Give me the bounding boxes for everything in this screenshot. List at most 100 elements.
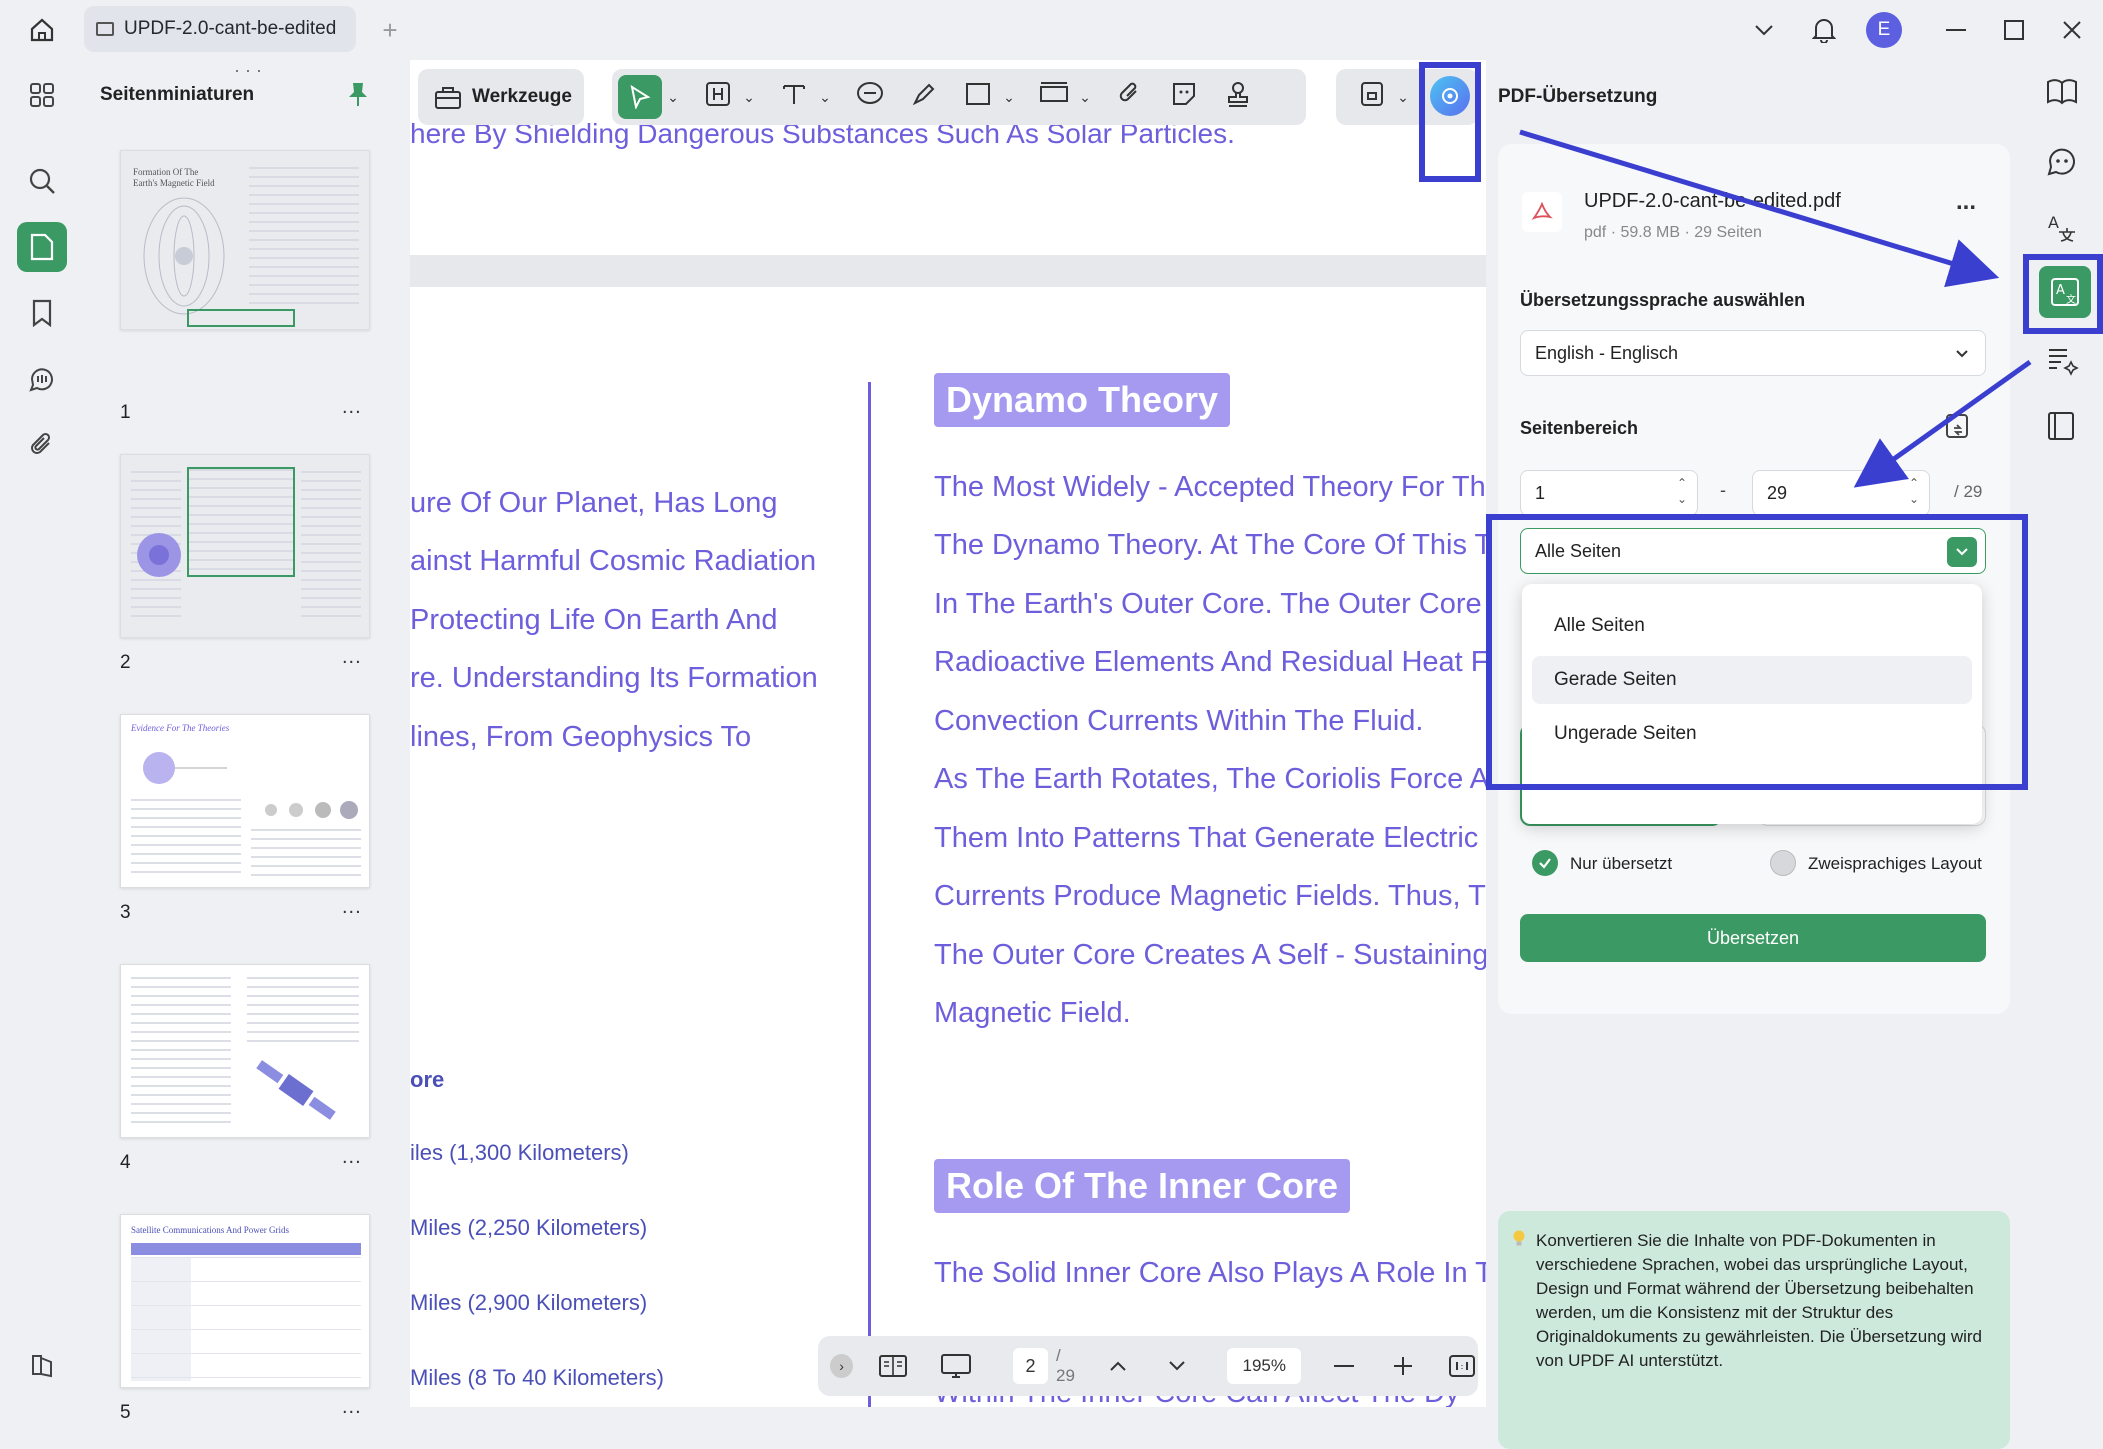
range-to-value: 29 [1767, 482, 1788, 503]
page-number-input[interactable]: 2 [1013, 1348, 1048, 1384]
thumbnail-more-button[interactable]: ... [342, 1396, 362, 1419]
chevron-down-icon[interactable]: ⌄ [814, 89, 836, 106]
reading-mode-icon[interactable] [875, 1354, 910, 1378]
range-from-input[interactable]: 1 ⌃ ⌄ [1520, 470, 1698, 516]
thumbnail-page-3[interactable]: Evidence For The Theories [120, 714, 370, 888]
page-text-line: Miles (2,250 Kilometers) [410, 1215, 648, 1240]
swap-range-icon[interactable] [1944, 412, 1972, 445]
bell-icon[interactable] [1806, 10, 1842, 50]
dropdown-option-all[interactable]: Alle Seiten [1532, 602, 1972, 650]
search-icon[interactable] [17, 156, 67, 206]
thumbnail-page-4[interactable] [120, 964, 370, 1138]
translate-button[interactable]: Übersetzen [1520, 914, 1986, 962]
ai-assistant-icon[interactable] [1430, 76, 1470, 116]
chevron-down-icon[interactable]: ⌄ [998, 89, 1020, 106]
language-select[interactable]: English - Englisch [1520, 330, 1986, 376]
reader-icon[interactable] [2045, 410, 2077, 447]
chevron-down-icon[interactable] [1746, 10, 1782, 50]
chevron-down-icon[interactable]: ⌄ [1074, 89, 1096, 106]
ai-book-icon[interactable] [2045, 76, 2079, 111]
section-heading: Dynamo Theory [934, 373, 1231, 427]
document-viewport[interactable]: here By Shielding Dangerous Substances S… [410, 60, 1486, 1407]
maximize-icon[interactable] [1994, 10, 2034, 50]
dropdown-option-even[interactable]: Gerade Seiten [1532, 656, 1972, 704]
text-tool-icon[interactable] [774, 81, 814, 114]
diagram-figure [143, 752, 227, 784]
home-icon[interactable] [20, 8, 64, 52]
pin-icon[interactable] [346, 80, 370, 113]
summarize-icon[interactable] [2045, 344, 2079, 383]
thumbnails-icon[interactable] [17, 222, 67, 272]
chevron-down-icon[interactable]: ⌄ [662, 89, 684, 106]
stepper-icon[interactable]: ⌃ ⌄ [1677, 475, 1687, 507]
range-from-value: 1 [1535, 482, 1546, 503]
chevron-down-icon[interactable]: ⌄ [738, 89, 760, 106]
select-cursor-icon[interactable] [618, 75, 662, 119]
drag-handle[interactable]: · · · [234, 60, 262, 81]
annotation-toolbar: Werkzeuge ⌄ ⌄ ⌄ ⌄ ⌄ ⌄ [418, 62, 1481, 182]
bookmark-icon[interactable] [17, 288, 67, 338]
thumbnail-more-button[interactable]: ... [342, 646, 362, 669]
range-to-input[interactable]: 29 ⌃ ⌄ [1752, 470, 1930, 516]
document-tab-title: UPDF-2.0-cant-be-edited [124, 18, 337, 39]
thumbnail-number: 5 [120, 1402, 131, 1423]
tools-button[interactable]: Werkzeuge [418, 69, 584, 125]
thumbnail-more-button[interactable]: ... [342, 1146, 362, 1169]
thumbnail-number: 4 [120, 1152, 131, 1173]
presentation-icon[interactable] [938, 1353, 973, 1379]
ai-chat-icon[interactable] [2045, 144, 2079, 183]
document-tab[interactable]: UPDF-2.0-cant-be-edited [84, 6, 356, 52]
stepper-icon[interactable]: ⌃ ⌄ [1909, 475, 1919, 507]
rectangle-icon[interactable] [958, 82, 998, 113]
paperclip-icon[interactable] [1110, 81, 1150, 114]
text-box-icon[interactable] [698, 81, 738, 114]
page-text-line: Protecting Life On Earth And [410, 604, 778, 636]
stamp-icon[interactable] [1218, 80, 1258, 115]
actual-size-icon[interactable] [1445, 1355, 1478, 1377]
thumbnail-number: 1 [120, 402, 131, 423]
language-value: English - Englisch [1535, 342, 1679, 363]
dropdown-option-odd[interactable]: Ungerade Seiten [1532, 710, 1972, 758]
radio-icon[interactable] [1770, 850, 1796, 876]
translation-card: UPDF-2.0-cant-be-edited.pdf pdf · 59.8 M… [1498, 144, 2010, 1014]
chevron-down-icon[interactable] [1160, 1360, 1193, 1372]
zoom-in-icon[interactable] [1386, 1356, 1419, 1376]
measure-icon[interactable] [1034, 81, 1074, 114]
attachment-icon[interactable] [17, 420, 67, 470]
comment-icon[interactable] [850, 81, 890, 114]
svg-text:A: A [2056, 283, 2065, 298]
page-text-line: Them Into Patterns That Generate Electri… [934, 822, 1486, 854]
thumbnail-page-5[interactable]: Satellite Communications And Power Grids [120, 1214, 370, 1388]
zoom-level[interactable]: 195% [1227, 1348, 1302, 1384]
new-tab-button[interactable]: + [372, 10, 408, 50]
chevron-down-icon [1955, 343, 1969, 364]
thumbnail-page-2[interactable] [120, 454, 370, 638]
sticker-icon[interactable] [1164, 81, 1204, 114]
collapse-icon[interactable]: › [830, 1354, 854, 1378]
range-total: / 29 [1954, 482, 1983, 501]
thumbnail-more-button[interactable]: ... [342, 396, 362, 419]
chevron-up-icon[interactable] [1101, 1360, 1134, 1372]
save-icon[interactable] [1352, 81, 1392, 114]
checkmark-icon[interactable] [1532, 850, 1558, 876]
translate-text-icon[interactable]: A [2045, 210, 2079, 249]
comments-icon[interactable] [17, 354, 67, 404]
table-body [131, 1257, 361, 1381]
avatar[interactable]: E [1866, 12, 1902, 48]
layers-icon[interactable] [17, 1340, 67, 1390]
translate-pdf-icon[interactable]: A文 [2039, 266, 2091, 318]
page-text-line: ure Of Our Planet, Has Long [410, 487, 778, 519]
chevron-down-icon[interactable]: ⌄ [1392, 89, 1414, 106]
chevron-down-icon[interactable] [1947, 537, 1977, 567]
bilingual-label: Zweisprachiges Layout [1808, 854, 1982, 873]
close-icon[interactable] [2052, 10, 2092, 50]
thumbnail-page-1[interactable]: Formation Of The Earth's Magnetic Field [120, 150, 370, 330]
highlighter-icon[interactable] [904, 81, 944, 114]
file-more-button[interactable]: ... [1956, 188, 1976, 216]
apps-grid-icon[interactable] [17, 70, 67, 120]
thumbnail-more-button[interactable]: ... [342, 896, 362, 919]
range-dash: - [1720, 480, 1726, 500]
zoom-out-icon[interactable] [1327, 1364, 1360, 1368]
minimize-icon[interactable] [1936, 10, 1976, 50]
page-subset-select[interactable]: Alle Seiten [1520, 528, 1986, 574]
